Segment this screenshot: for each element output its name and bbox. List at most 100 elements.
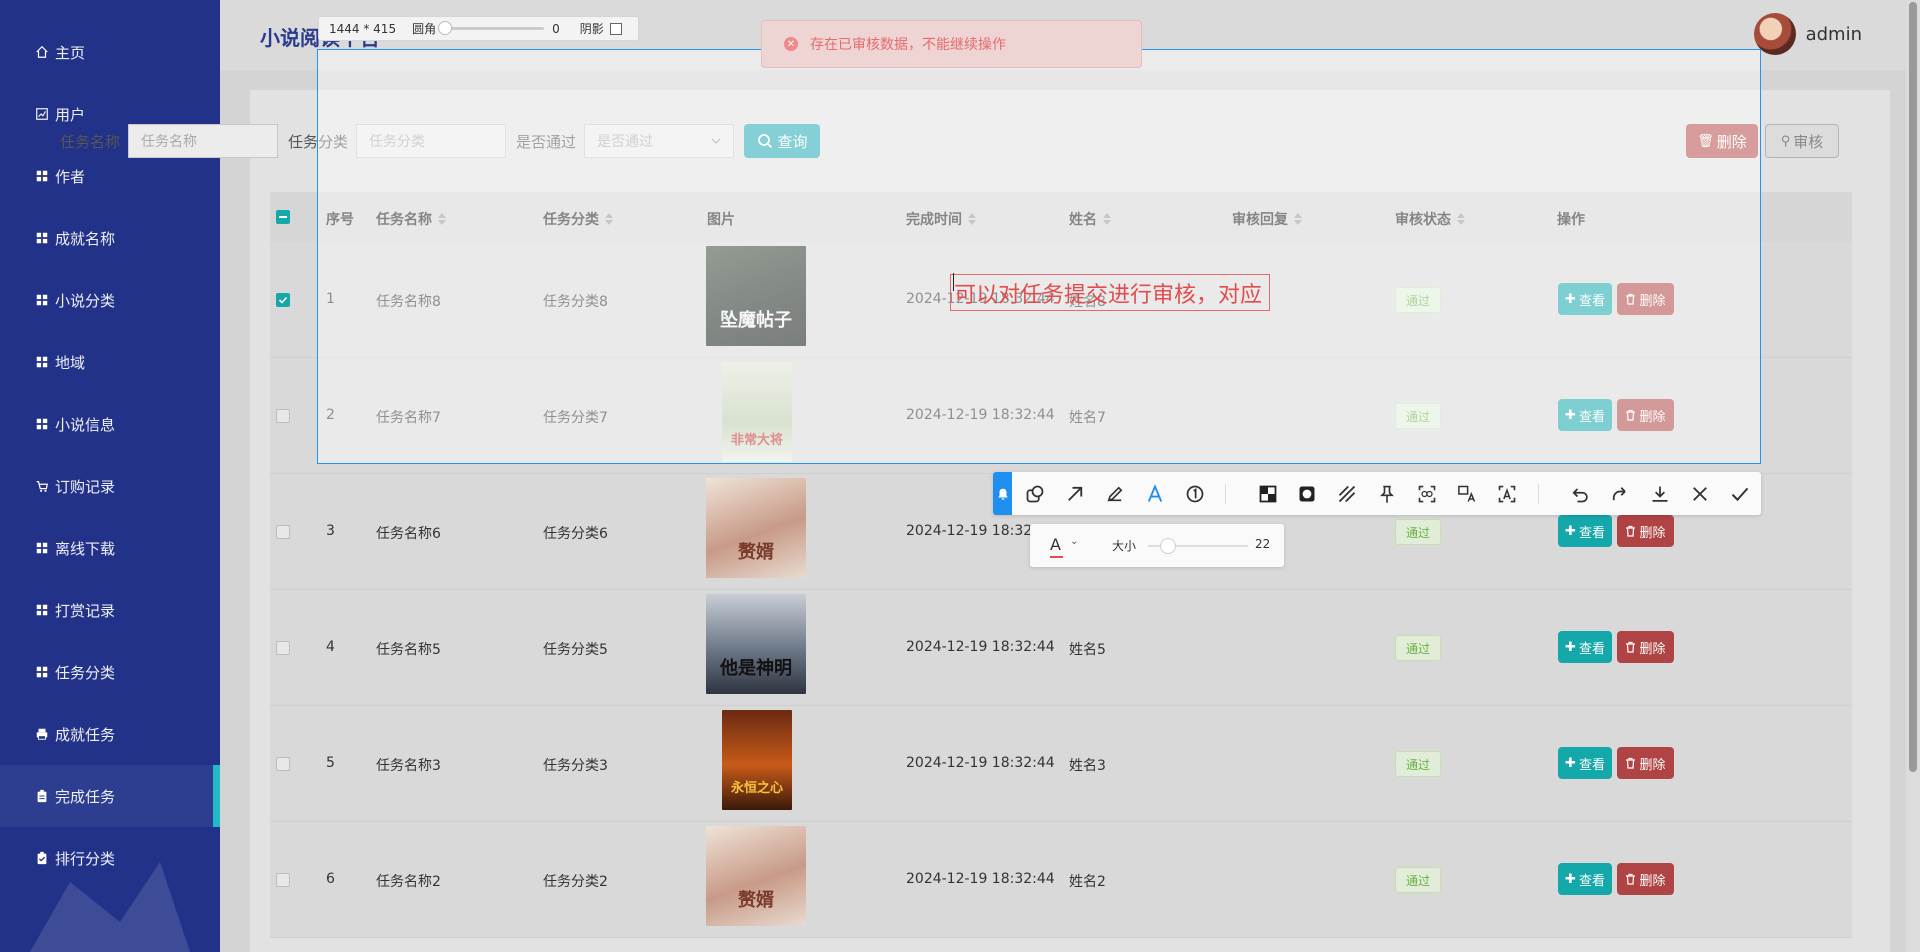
- cover-title: 赘婿: [738, 542, 774, 563]
- sidebar-item-14[interactable]: 排行分类: [0, 827, 220, 889]
- redo-icon[interactable]: [1608, 482, 1632, 506]
- sidebar-item-11[interactable]: 任务分类: [0, 641, 220, 703]
- audit-button[interactable]: ⚲ 审核: [1765, 124, 1839, 158]
- font-size-label: 大小: [1112, 539, 1137, 553]
- name-filter-input[interactable]: 任务名称: [128, 124, 279, 158]
- view-button-label: 查看: [1578, 641, 1605, 657]
- sidebar-item-label: 小说分类: [55, 291, 116, 310]
- row-task-name: 任务名称5: [376, 642, 441, 658]
- book-cover-image: 赘婿: [706, 478, 806, 578]
- radius-label: 圆角: [412, 22, 437, 36]
- row-checkbox[interactable]: [276, 641, 290, 655]
- pen-icon[interactable]: [1103, 482, 1127, 506]
- row-delete-button[interactable]: 删除: [1617, 747, 1674, 779]
- row-checkbox[interactable]: [276, 293, 290, 307]
- view-button-label: 查看: [1578, 873, 1605, 889]
- sidebar-item-label: 主页: [55, 43, 86, 62]
- grid-icon: [34, 602, 50, 618]
- trash-icon: [1625, 873, 1639, 885]
- sidebar-item-1[interactable]: 主页: [0, 21, 220, 83]
- row-checkbox[interactable]: [276, 525, 290, 539]
- grid-icon: [34, 168, 50, 184]
- view-button[interactable]: ✚ 查看: [1558, 863, 1612, 895]
- confirm-icon[interactable]: [1728, 482, 1752, 506]
- sidebar-item-label: 作者: [55, 167, 86, 186]
- row-person-name: 姓名5: [1069, 642, 1106, 658]
- status-badge: 通过: [1395, 635, 1441, 661]
- view-button-label: 查看: [1578, 525, 1605, 541]
- table-row: [270, 706, 1852, 822]
- ocr-icon[interactable]: [1415, 482, 1439, 506]
- row-task-name: 任务名称6: [376, 526, 441, 542]
- grid-icon: [34, 540, 50, 556]
- text-color-swatch: [1050, 556, 1063, 558]
- row-task-category: 任务分类6: [543, 526, 608, 542]
- sidebar-item-label: 完成任务: [55, 787, 116, 806]
- row-delete-button[interactable]: 删除: [1617, 631, 1674, 663]
- page-scrollbar[interactable]: [1906, 0, 1920, 952]
- sidebar-item-9[interactable]: 离线下载: [0, 517, 220, 579]
- clipboard-check-icon: [34, 850, 50, 866]
- sidebar-item-label: 小说信息: [55, 415, 116, 434]
- capture-toolbar: [993, 472, 1761, 515]
- view-button[interactable]: ✚ 查看: [1558, 515, 1612, 547]
- row-index: 6: [326, 871, 335, 887]
- sidebar-item-13[interactable]: 完成任务: [0, 765, 220, 827]
- pin-icon[interactable]: [993, 472, 1012, 515]
- arrow-icon[interactable]: [1063, 482, 1087, 506]
- text-icon[interactable]: [1143, 482, 1167, 506]
- mosaic-icon[interactable]: [1256, 482, 1280, 506]
- text-cursor: [953, 273, 954, 291]
- toast-message: 存在已审核数据，不能继续操作: [810, 37, 1006, 53]
- chevron-down-icon[interactable]: ⌄: [1070, 536, 1078, 547]
- chart-icon: [34, 106, 50, 122]
- row-delete-label: 删除: [1639, 873, 1666, 889]
- book-cover-image: 赘婿: [706, 826, 806, 926]
- view-button[interactable]: ✚ 查看: [1558, 631, 1612, 663]
- scrollbar-thumb[interactable]: [1909, 2, 1917, 772]
- row-checkbox[interactable]: [276, 757, 290, 771]
- undo-icon[interactable]: [1568, 482, 1592, 506]
- radius-slider[interactable]: [438, 21, 545, 35]
- text-color-icon[interactable]: A: [1050, 535, 1061, 554]
- row-delete-button[interactable]: 删除: [1617, 515, 1674, 547]
- shape-icon[interactable]: [1023, 482, 1047, 506]
- close-icon[interactable]: [1688, 482, 1712, 506]
- sidebar-item-4[interactable]: 成就名称: [0, 207, 220, 269]
- capture-selection[interactable]: [317, 49, 1761, 464]
- sidebar-item-10[interactable]: 打赏记录: [0, 579, 220, 641]
- font-size-knob[interactable]: [1160, 538, 1176, 554]
- row-checkbox[interactable]: [276, 409, 290, 423]
- row-checkbox[interactable]: [276, 873, 290, 887]
- shadow-checkbox[interactable]: [609, 22, 622, 35]
- select-all-checkbox[interactable]: [276, 210, 290, 224]
- row-task-name: 任务名称3: [376, 758, 441, 774]
- sidebar-item-12[interactable]: 成就任务: [0, 703, 220, 765]
- blur-icon[interactable]: [1295, 482, 1319, 506]
- clipboard-icon: [34, 788, 50, 804]
- user-menu[interactable]: admin: [1753, 13, 1862, 55]
- text-recognize-icon[interactable]: [1495, 482, 1519, 506]
- plus-icon: ✚: [1565, 755, 1576, 771]
- pin-top-icon[interactable]: [1375, 482, 1399, 506]
- sidebar-item-8[interactable]: 订购记录: [0, 455, 220, 517]
- number-icon[interactable]: [1183, 482, 1207, 506]
- sidebar-item-5[interactable]: 小说分类: [0, 269, 220, 331]
- sidebar-item-7[interactable]: 小说信息: [0, 393, 220, 455]
- radius-slider-knob[interactable]: [438, 21, 453, 35]
- view-button[interactable]: ✚ 查看: [1558, 747, 1612, 779]
- sidebar-item-label: 成就任务: [55, 725, 116, 744]
- toolbar-divider: [1538, 484, 1539, 504]
- sidebar-item-6[interactable]: 地域: [0, 331, 220, 393]
- capture-info-bar: 1444 * 415 圆角 0 阴影: [318, 16, 639, 41]
- plus-icon: ✚: [1565, 871, 1576, 887]
- name-filter-label: 任务名称: [60, 132, 121, 151]
- hatch-icon[interactable]: [1335, 482, 1359, 506]
- download-icon[interactable]: [1648, 482, 1672, 506]
- text-annotation[interactable]: 可以对任务提交进行审核，对应: [950, 274, 1270, 311]
- sidebar-item-label: 打赏记录: [55, 601, 116, 620]
- status-badge: 通过: [1395, 867, 1441, 893]
- view-button-label: 查看: [1578, 757, 1605, 773]
- translate-icon[interactable]: [1455, 482, 1479, 506]
- row-delete-button[interactable]: 删除: [1617, 863, 1674, 895]
